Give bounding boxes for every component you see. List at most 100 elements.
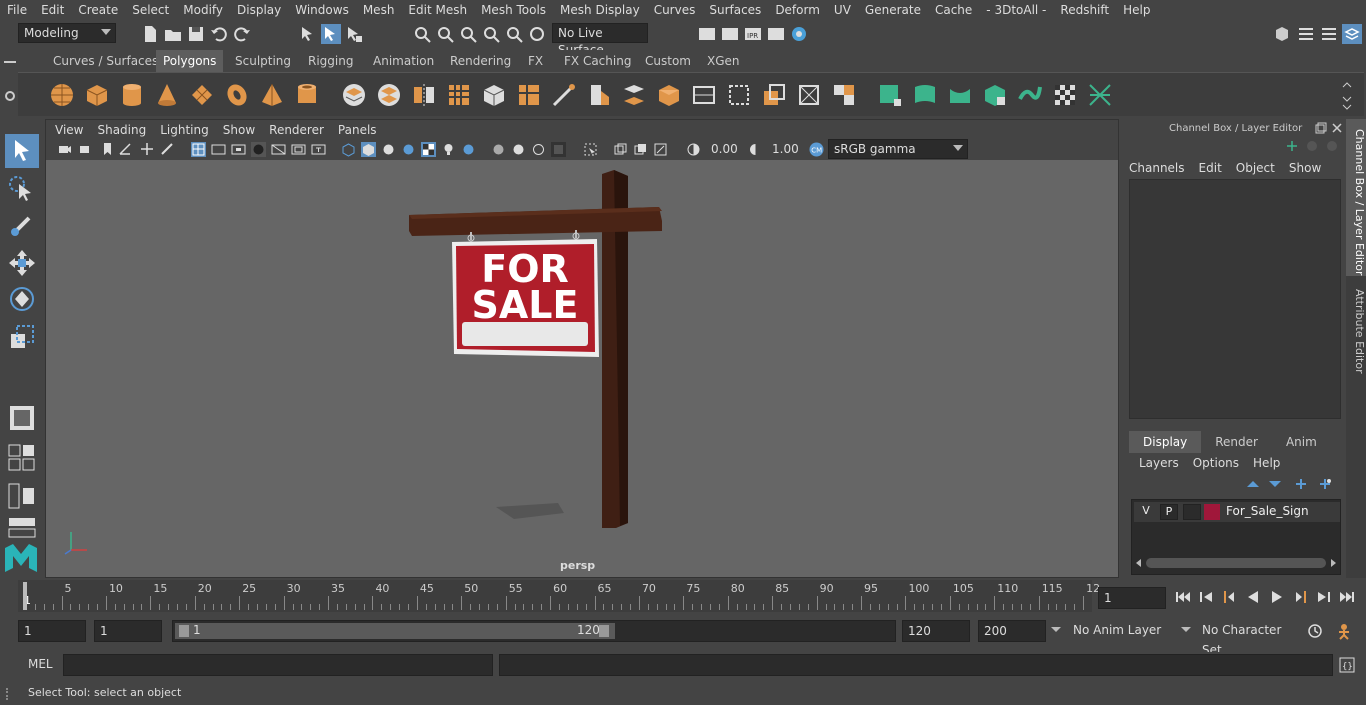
layout-uv-icon[interactable] xyxy=(830,81,858,109)
menu-uv[interactable]: UV xyxy=(827,3,858,17)
isolate-select-icon[interactable] xyxy=(583,142,598,157)
four-pane-layout-icon[interactable] xyxy=(7,443,37,473)
layer-playback-toggle[interactable]: P xyxy=(1160,504,1178,520)
scroll-right-icon[interactable] xyxy=(1330,558,1338,568)
move-tool-icon[interactable] xyxy=(5,246,39,280)
character-set-dropdown[interactable]: No Character Set xyxy=(1197,620,1297,657)
channel-box-hyper-icon[interactable] xyxy=(1325,139,1339,153)
step-forward-icon[interactable] xyxy=(1314,589,1332,605)
tab-attribute-editor[interactable]: Attribute Editor xyxy=(1346,284,1366,374)
menu-deform[interactable]: Deform xyxy=(768,3,827,17)
layer-menu-help[interactable]: Help xyxy=(1253,456,1280,470)
ipr-render-icon[interactable]: IPR xyxy=(743,24,763,44)
maya-logo-icon[interactable] xyxy=(3,542,39,574)
chevron-down-icon[interactable] xyxy=(1180,626,1192,634)
triangulate-icon[interactable] xyxy=(480,81,508,109)
menu-modify[interactable]: Modify xyxy=(176,3,230,17)
cylindrical-map-icon[interactable] xyxy=(760,81,788,109)
channel-menu-show[interactable]: Show xyxy=(1289,161,1321,175)
exposure-icon[interactable] xyxy=(686,142,701,157)
close-icon[interactable] xyxy=(1331,122,1343,134)
camera-attributes-icon[interactable] xyxy=(79,142,93,156)
range-slider-handle[interactable]: 1 120 xyxy=(175,623,615,639)
poly-pyramid-icon[interactable] xyxy=(258,81,286,109)
animation-preferences-icon[interactable] xyxy=(1334,622,1354,640)
smooth-icon[interactable] xyxy=(445,81,473,109)
layer-tab-anim[interactable]: Anim xyxy=(1272,431,1331,453)
default-material-icon[interactable] xyxy=(381,142,396,157)
shelf-tab-fx-caching[interactable]: FX Caching xyxy=(557,50,638,72)
menu-redshift[interactable]: Redshift xyxy=(1053,3,1116,17)
2d-pan-zoom-icon[interactable] xyxy=(140,142,154,156)
gate-mask-icon[interactable] xyxy=(251,142,266,157)
shelf-tab-sculpting[interactable]: Sculpting xyxy=(228,50,298,72)
viewport-menu-show[interactable]: Show xyxy=(216,123,262,137)
play-forwards-icon[interactable] xyxy=(1268,589,1286,605)
time-slider[interactable]: 5 10 15 20 25 30 35 40 45 50 55 60 65 70 75 80 85 90 95 100… xyxy=(18,580,1100,612)
graph-layout-icon[interactable] xyxy=(7,516,37,538)
uv-editor-icon[interactable] xyxy=(690,81,718,109)
screen-space-ao-icon[interactable] xyxy=(491,142,506,157)
layer-list-scrollbar[interactable] xyxy=(1146,558,1326,568)
viewport-menu-shading[interactable]: Shading xyxy=(90,123,153,137)
auto-key-icon[interactable] xyxy=(1306,622,1324,640)
shelf-tab-xgen[interactable]: XGen xyxy=(700,50,747,72)
snap-surface-icon[interactable] xyxy=(504,24,524,44)
shelf-settings-gear-icon[interactable] xyxy=(2,88,18,104)
extrude-icon[interactable] xyxy=(515,81,543,109)
move-layer-up-icon[interactable] xyxy=(1245,477,1261,491)
safe-title-icon[interactable] xyxy=(311,142,326,157)
shelf-tab-fx[interactable]: FX xyxy=(521,50,550,72)
gamma-icon[interactable] xyxy=(748,142,763,157)
poly-torus-icon[interactable] xyxy=(223,81,251,109)
layer-color-swatch[interactable] xyxy=(1204,504,1220,520)
field-chart-icon[interactable] xyxy=(271,142,286,157)
for-sale-sign-model[interactable]: FOR SALE xyxy=(46,160,1118,577)
snap-live-icon[interactable] xyxy=(527,24,547,44)
poly-cylinder-icon[interactable] xyxy=(118,81,146,109)
animation-start-field[interactable]: 1 xyxy=(18,620,86,642)
viewport-scene[interactable]: FOR SALE persp xyxy=(46,160,1118,577)
film-gate-icon[interactable] xyxy=(211,142,226,157)
range-end-grip[interactable] xyxy=(599,625,609,637)
multi-cut-icon[interactable] xyxy=(550,81,578,109)
go-to-end-icon[interactable] xyxy=(1338,589,1356,605)
command-input[interactable] xyxy=(63,654,493,676)
poly-plane-icon[interactable] xyxy=(188,81,216,109)
select-tool-icon[interactable] xyxy=(5,134,39,168)
step-back-icon[interactable] xyxy=(1198,589,1216,605)
select-hierarchy-icon[interactable] xyxy=(298,24,318,44)
textured-icon[interactable] xyxy=(421,142,436,157)
layer-visibility-toggle[interactable]: V xyxy=(1137,504,1155,520)
mirror-icon[interactable] xyxy=(410,81,438,109)
grid-icon[interactable] xyxy=(191,142,206,157)
cut-uv-icon[interactable] xyxy=(946,81,974,109)
new-empty-layer-icon[interactable] xyxy=(1293,477,1309,491)
fill-hole-icon[interactable] xyxy=(655,81,683,109)
soft-select-icon[interactable] xyxy=(1016,81,1044,109)
step-back-key-icon[interactable] xyxy=(1220,589,1238,605)
channel-box-content[interactable] xyxy=(1129,179,1341,419)
lasso-tool-icon[interactable] xyxy=(5,172,39,206)
exposure-field[interactable]: 0.00 xyxy=(706,139,740,159)
resolution-gate-icon[interactable] xyxy=(231,142,246,157)
shelf-tab-rendering[interactable]: Rendering xyxy=(443,50,518,72)
scale-tool-icon[interactable] xyxy=(5,320,39,354)
shelf-scroll-icon[interactable] xyxy=(1340,79,1354,113)
snap-view-icon[interactable] xyxy=(481,24,501,44)
channel-box-toggle-icon[interactable] xyxy=(1342,24,1362,44)
safe-action-icon[interactable] xyxy=(291,142,306,157)
menu-generate[interactable]: Generate xyxy=(858,3,928,17)
hypershade-icon[interactable] xyxy=(789,24,809,44)
chevron-down-icon[interactable] xyxy=(1050,626,1062,634)
color-space-dropdown[interactable]: sRGB gamma xyxy=(828,139,968,159)
layer-tab-display[interactable]: Display xyxy=(1129,431,1202,453)
paint-select-tool-icon[interactable] xyxy=(5,208,39,242)
shelf-tab-rigging[interactable]: Rigging xyxy=(301,50,360,72)
scroll-left-icon[interactable] xyxy=(1134,558,1142,568)
menu-mesh-tools[interactable]: Mesh Tools xyxy=(474,3,553,17)
menu-cache[interactable]: Cache xyxy=(928,3,979,17)
range-slider-track[interactable]: 1 120 xyxy=(172,620,896,642)
symmetry-icon[interactable] xyxy=(1086,81,1114,109)
channel-menu-channels[interactable]: Channels xyxy=(1129,161,1185,175)
